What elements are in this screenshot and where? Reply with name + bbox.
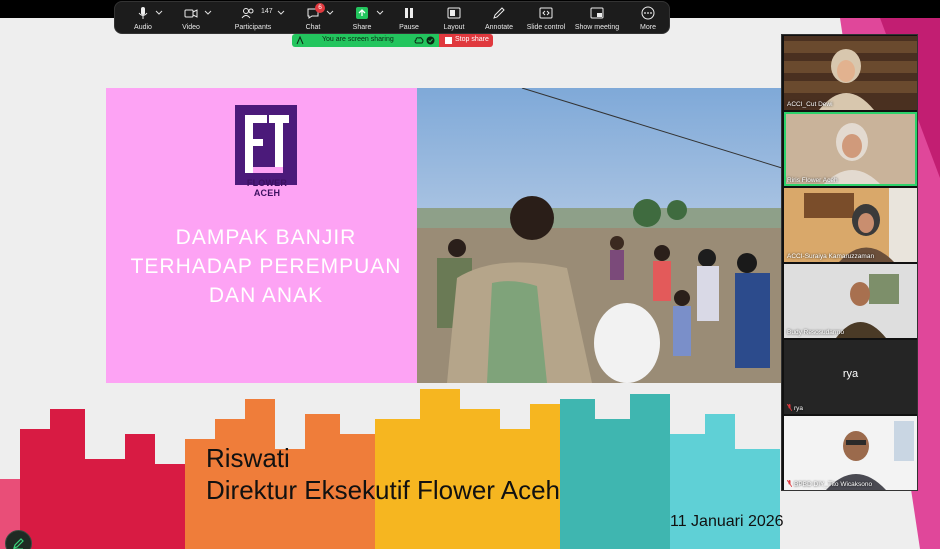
meeting-toolbar: Audio Video 147 Participants 6 Chat Shar… [114, 1, 670, 34]
participant-video [784, 188, 917, 262]
participant-name: rya [794, 405, 804, 412]
show-meeting-label: Show meeting [574, 24, 620, 31]
slide-title-line: DAN ANAK [208, 284, 324, 307]
muted-mic-icon [787, 480, 792, 487]
stop-square-icon [445, 37, 452, 44]
slide-content-panel: FLOWER ACEH DAMPAK BANJIR TERHADAP PEREM… [106, 88, 782, 383]
annotate-pen-icon [493, 7, 505, 19]
more-dots-icon [641, 6, 655, 20]
participant-tile[interactable]: rya rya [784, 340, 917, 414]
logo-caption: FLOWER ACEH [246, 178, 288, 198]
screen-sharing-bar: You are screen sharing Stop share [292, 34, 493, 47]
microphone-icon [138, 7, 148, 19]
participant-name-row: BPBD DIY_Tito Wicaksono [787, 480, 872, 488]
participant-video [784, 36, 917, 110]
participant-tile-active-speaker[interactable]: Riris Flower Aceh [784, 112, 917, 186]
drag-handle-icon[interactable] [296, 36, 304, 45]
participant-name-placeholder: rya [842, 368, 859, 380]
video-label: Video [182, 24, 200, 31]
slide-title-line: DAMPAK BANJIR [175, 226, 357, 249]
participant-name: Budy Resosudarmo [787, 329, 845, 336]
sharing-status[interactable]: You are screen sharing [292, 34, 439, 47]
participant-name: ACCI-Suraiya Kamaruzzaman [787, 253, 875, 260]
participant-name: ACCI_Cut Dewi [787, 101, 833, 108]
chat-options-chevron-icon[interactable] [326, 8, 334, 16]
shield-check-icon [426, 36, 435, 45]
participants-label: Participants [234, 24, 272, 31]
participant-video [784, 416, 917, 490]
speaker-name: Riswati [206, 443, 290, 473]
sharing-status-text: You are screen sharing [322, 36, 394, 43]
more-label: More [640, 24, 656, 31]
speaker-role: Direktur Eksekutif Flower Aceh [206, 475, 561, 505]
more-button[interactable]: More [620, 4, 676, 34]
participant-name: BPBD DIY_Tito Wicaksono [794, 481, 873, 488]
muted-mic-icon [787, 404, 792, 411]
show-meeting-icon [590, 7, 604, 19]
layout-icon [447, 7, 461, 19]
video-camera-icon [184, 9, 198, 18]
participant-gallery: ACCI_Cut Dewi Riris Flower Aceh ACCI-Sur… [781, 34, 918, 491]
participant-name: Riris Flower Aceh [787, 177, 838, 184]
slide-title-line: TERHADAP PEREMPUAN [130, 255, 402, 278]
show-meeting-button[interactable]: Show meeting [569, 4, 625, 34]
flood-relief-photo [417, 88, 782, 383]
chat-unread-badge: 6 [315, 3, 325, 13]
audio-options-chevron-icon[interactable] [155, 8, 163, 16]
stop-share-button[interactable]: Stop share [439, 34, 493, 47]
participant-tile[interactable]: ACCI-Suraiya Kamaruzzaman [784, 188, 917, 262]
slide-control-label: Slide control [526, 24, 566, 31]
slide-title: DAMPAK BANJIR TERHADAP PEREMPUAN DAN ANA… [126, 223, 406, 310]
participants-options-chevron-icon[interactable] [277, 8, 285, 16]
stop-share-label: Stop share [455, 36, 489, 43]
share-screen-icon [356, 7, 368, 19]
slide-control-button[interactable]: Slide control [518, 4, 574, 34]
flower-aceh-logo [235, 105, 297, 185]
participant-tile[interactable]: ACCI_Cut Dewi [784, 36, 917, 110]
participant-video [784, 112, 917, 186]
participant-tile[interactable]: Budy Resosudarmo [784, 264, 917, 338]
participant-name-row: rya [787, 404, 803, 412]
pencil-icon [13, 538, 24, 549]
slide-control-icon [539, 7, 553, 19]
slide-date: 11 Januari 2026 [670, 513, 784, 530]
participants-button[interactable]: 147 Participants [223, 4, 283, 34]
participant-video [784, 264, 917, 338]
cloud-icon [414, 37, 424, 44]
video-options-chevron-icon[interactable] [204, 8, 212, 16]
participant-tile[interactable]: BPBD DIY_Tito Wicaksono [784, 416, 917, 490]
chat-label: Chat [305, 24, 321, 31]
participants-count: 147 [261, 8, 273, 15]
pause-icon [405, 8, 413, 18]
participants-icon [241, 8, 254, 19]
